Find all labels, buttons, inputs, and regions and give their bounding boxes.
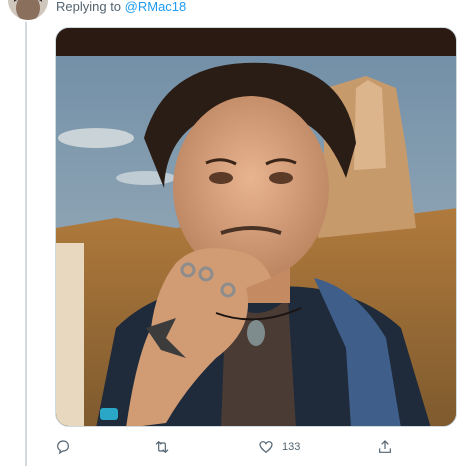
retweet-button[interactable]: [153, 436, 179, 458]
avatar[interactable]: [6, 0, 50, 22]
reply-handle-link[interactable]: @RMac18: [125, 0, 187, 14]
share-icon: [379, 440, 391, 453]
tweet-actions: 133: [55, 436, 457, 458]
like-button[interactable]: 133: [258, 436, 300, 458]
thread-line: [25, 20, 27, 466]
photo-image: [56, 28, 456, 426]
user-avatar-icon: [8, 0, 48, 20]
replying-to: Replying to @RMac18: [56, 0, 186, 14]
reply-button[interactable]: [55, 436, 79, 458]
tweet: Replying to @RMac18 133: [0, 0, 470, 466]
tweet-photo[interactable]: [55, 27, 457, 427]
replying-to-prefix: Replying to: [56, 0, 125, 14]
retweet-icon: [155, 440, 169, 454]
heart-icon: [259, 441, 273, 454]
reply-icon: [57, 440, 69, 455]
like-count: 133: [282, 441, 301, 453]
share-button[interactable]: [377, 436, 401, 458]
